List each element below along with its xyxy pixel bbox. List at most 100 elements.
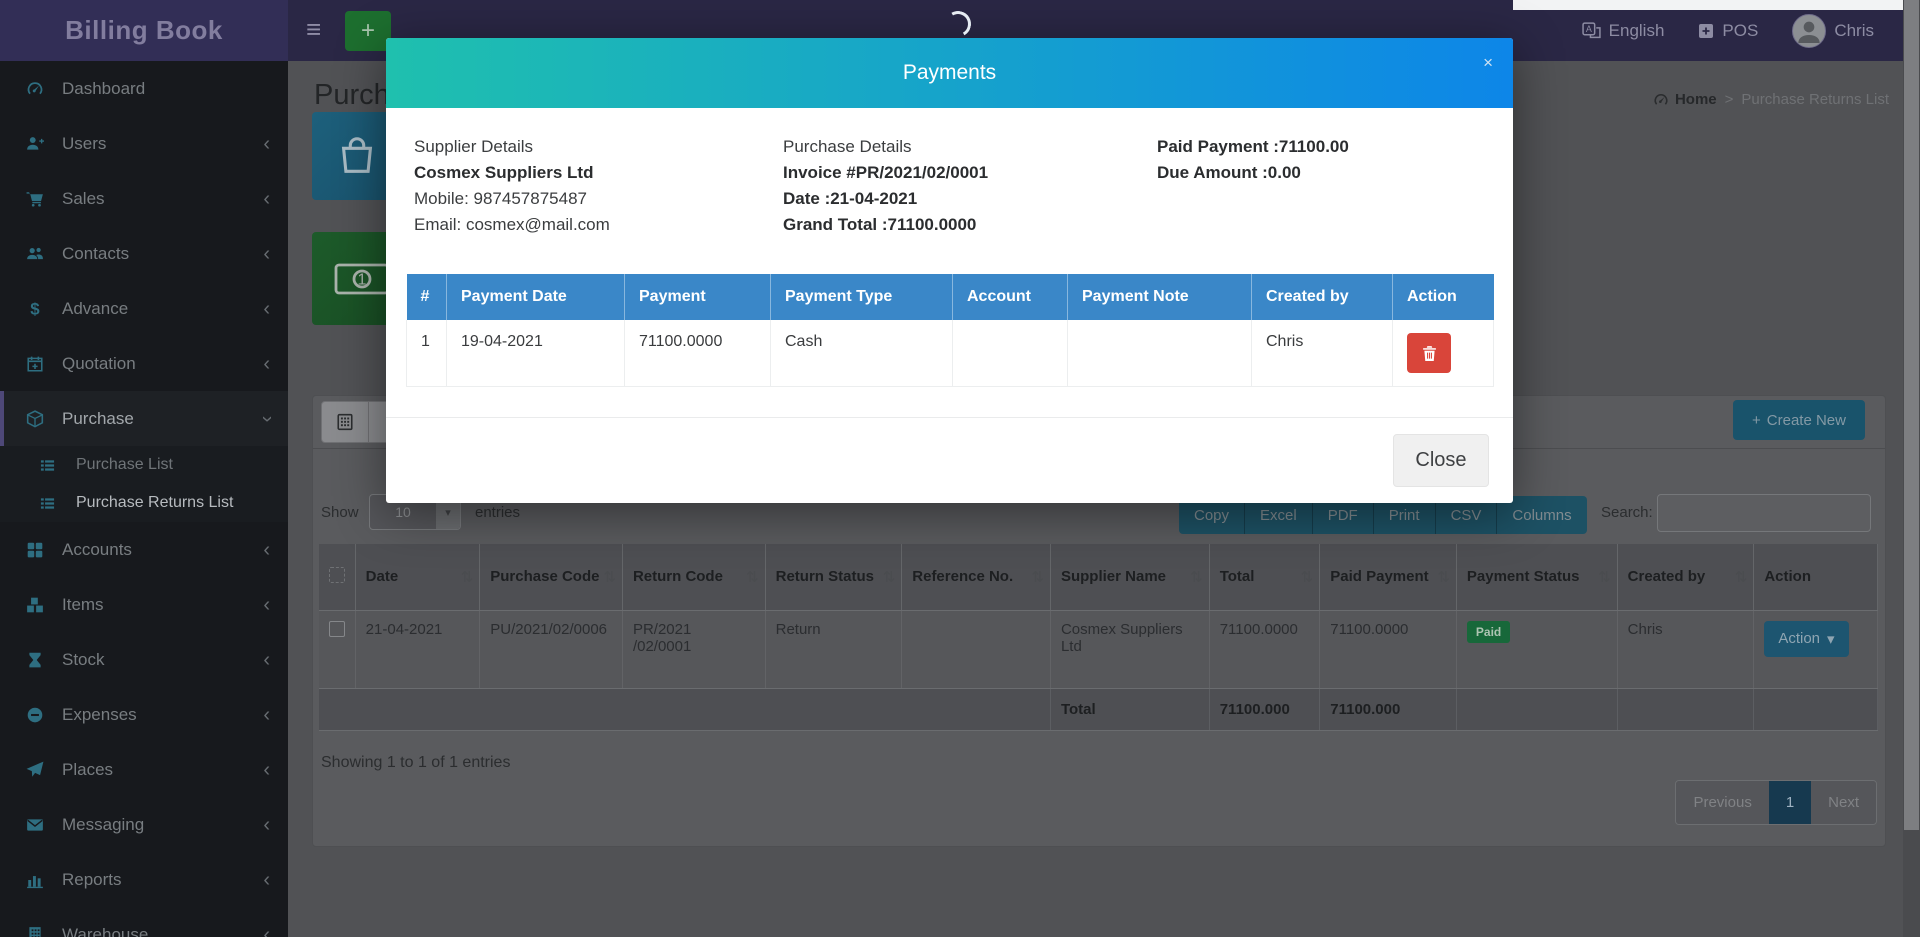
row-checkbox[interactable]: [329, 621, 345, 637]
sidebar-item-purchase-list[interactable]: Purchase List: [0, 446, 288, 484]
paper-plane-icon: [26, 761, 56, 779]
column-header-purchase-code[interactable]: Purchase Code⇅: [480, 544, 623, 610]
sidebar-item-messaging[interactable]: Messaging ‹: [0, 797, 288, 852]
sidebar-item-advance[interactable]: $ Advance ‹: [0, 281, 288, 336]
sidebar-item-accounts[interactable]: Accounts ‹: [0, 522, 288, 577]
quick-add-button[interactable]: +: [345, 11, 391, 51]
gauge-icon: [1653, 92, 1669, 108]
sidebar-item-reports[interactable]: Reports ‹: [0, 852, 288, 907]
column-header-total[interactable]: Total⇅: [1209, 544, 1320, 610]
column-header-payment-status[interactable]: Payment Status⇅: [1456, 544, 1617, 610]
breadcrumb-separator: >: [1725, 91, 1734, 108]
sort-icon: ⇅: [1031, 568, 1044, 586]
calendar-plus-icon: [26, 355, 56, 373]
payments-modal: Payments × Supplier Details Cosmex Suppl…: [386, 38, 1513, 503]
svg-text:A: A: [1586, 24, 1592, 34]
sidebar-item-quotation[interactable]: Quotation ‹: [0, 336, 288, 391]
footer-paid-value: 71100.000: [1320, 688, 1457, 730]
entries-select-value: 10: [370, 504, 436, 520]
dollar-icon: $: [26, 300, 56, 318]
due-amount: Due Amount :0.00: [1157, 160, 1349, 186]
show-label: Show: [321, 504, 359, 521]
cell-purchase-code: PU/2021/02/0006: [480, 610, 623, 688]
caret-down-icon: ▾: [1827, 630, 1835, 648]
sort-icon: ⇅: [461, 568, 474, 586]
create-new-button[interactable]: + Create New: [1733, 400, 1865, 440]
sidebar-item-places[interactable]: Places ‹: [0, 742, 288, 797]
hourglass-icon: [26, 651, 56, 669]
supplier-details: Supplier Details Cosmex Suppliers Ltd Mo…: [414, 134, 610, 238]
sidebar-item-purchase-returns-list[interactable]: Purchase Returns List: [0, 484, 288, 522]
delete-payment-button[interactable]: [1407, 333, 1451, 373]
sidebar-item-sales[interactable]: Sales ‹: [0, 171, 288, 226]
column-header-return-code[interactable]: Return Code⇅: [622, 544, 765, 610]
payment-row: 1 19-04-2021 71100.0000 Cash Chris: [407, 320, 1494, 387]
user-name: Chris: [1834, 21, 1874, 41]
users-group-icon: [26, 245, 56, 263]
breadcrumb-home[interactable]: Home: [1653, 91, 1717, 108]
column-header-action: Action: [1754, 544, 1878, 610]
column-header-return-status[interactable]: Return Status⇅: [765, 544, 902, 610]
cell-return-status: Return: [765, 610, 902, 688]
sidebar-item-users[interactable]: Users ‹: [0, 116, 288, 171]
sidebar-item-purchase[interactable]: Purchase ‹: [0, 391, 288, 446]
svg-text:$: $: [30, 300, 40, 318]
chevron-left-icon: ‹: [263, 244, 270, 264]
sort-icon: ⇅: [1190, 568, 1203, 586]
table-view-button[interactable]: [321, 401, 369, 443]
table-footer-row: Total 71100.000 71100.000: [319, 688, 1878, 730]
language-icon: A: [1582, 22, 1601, 39]
table-row: 21-04-2021 PU/2021/02/0006 PR/2021 /02/0…: [319, 610, 1878, 688]
pay-cell-index: 1: [407, 320, 447, 387]
pay-header-action: Action: [1393, 274, 1494, 320]
cell-created-by: Chris: [1617, 610, 1754, 688]
language-menu[interactable]: A English: [1582, 21, 1665, 41]
column-header-created-by[interactable]: Created by⇅: [1617, 544, 1754, 610]
user-menu[interactable]: Chris: [1792, 14, 1874, 48]
cell-reference-no: [902, 610, 1051, 688]
page-scrollbar[interactable]: [1903, 0, 1920, 937]
purchase-submenu: Purchase List Purchase Returns List: [0, 446, 288, 522]
search-input[interactable]: [1657, 494, 1871, 532]
payments-modal-header: Payments ×: [386, 38, 1513, 108]
pagination-previous[interactable]: Previous: [1676, 781, 1768, 824]
pos-button[interactable]: POS: [1698, 21, 1758, 41]
pay-header-payment-type: Payment Type: [771, 274, 953, 320]
chevron-left-icon: ‹: [263, 815, 270, 835]
sort-icon: ⇅: [1301, 568, 1314, 586]
sidebar-nav: Dashboard Users ‹ Sales ‹ Contacts ‹ $ A…: [0, 61, 288, 937]
menu-toggle-icon[interactable]: ≡: [306, 14, 321, 44]
sidebar-item-items[interactable]: Items ‹: [0, 577, 288, 632]
row-action-button[interactable]: Action ▾: [1764, 621, 1848, 657]
envelope-icon: [26, 816, 56, 834]
column-header-date[interactable]: Date⇅: [355, 544, 480, 610]
cell-return-code: PR/2021 /02/0001: [622, 610, 765, 688]
app-brand[interactable]: Billing Book: [0, 0, 288, 61]
paid-payment: Paid Payment :71100.00: [1157, 134, 1349, 160]
column-header-supplier-name[interactable]: Supplier Name⇅: [1050, 544, 1209, 610]
chevron-left-icon: ‹: [263, 650, 270, 670]
pay-header-payment: Payment: [625, 274, 771, 320]
sidebar-item-stock[interactable]: Stock ‹: [0, 632, 288, 687]
chevron-left-icon: ‹: [263, 760, 270, 780]
cube-icon: [26, 410, 56, 428]
scrollbar-thumb[interactable]: [1904, 0, 1919, 830]
close-icon[interactable]: ×: [1483, 54, 1493, 71]
column-header-paid-payment[interactable]: Paid Payment⇅: [1320, 544, 1457, 610]
sidebar-item-dashboard[interactable]: Dashboard: [0, 61, 288, 116]
select-all-checkbox[interactable]: [329, 567, 345, 583]
supplier-details-heading: Supplier Details: [414, 134, 610, 160]
sidebar-item-warehouse[interactable]: Warehouse ‹: [0, 907, 288, 937]
building-icon: [26, 926, 56, 937]
sort-icon: ⇅: [746, 568, 759, 586]
pagination-next[interactable]: Next: [1811, 781, 1876, 824]
sort-icon: ⇅: [1735, 568, 1748, 586]
pagination-page-1[interactable]: 1: [1769, 781, 1811, 824]
column-header-reference-no[interactable]: Reference No.⇅: [902, 544, 1051, 610]
chevron-left-icon: ‹: [263, 925, 270, 937]
pay-header-payment-note: Payment Note: [1068, 274, 1252, 320]
sidebar-item-contacts[interactable]: Contacts ‹: [0, 226, 288, 281]
close-button[interactable]: Close: [1393, 434, 1489, 487]
gauge-icon: [26, 80, 56, 98]
sidebar-item-expenses[interactable]: Expenses ‹: [0, 687, 288, 742]
